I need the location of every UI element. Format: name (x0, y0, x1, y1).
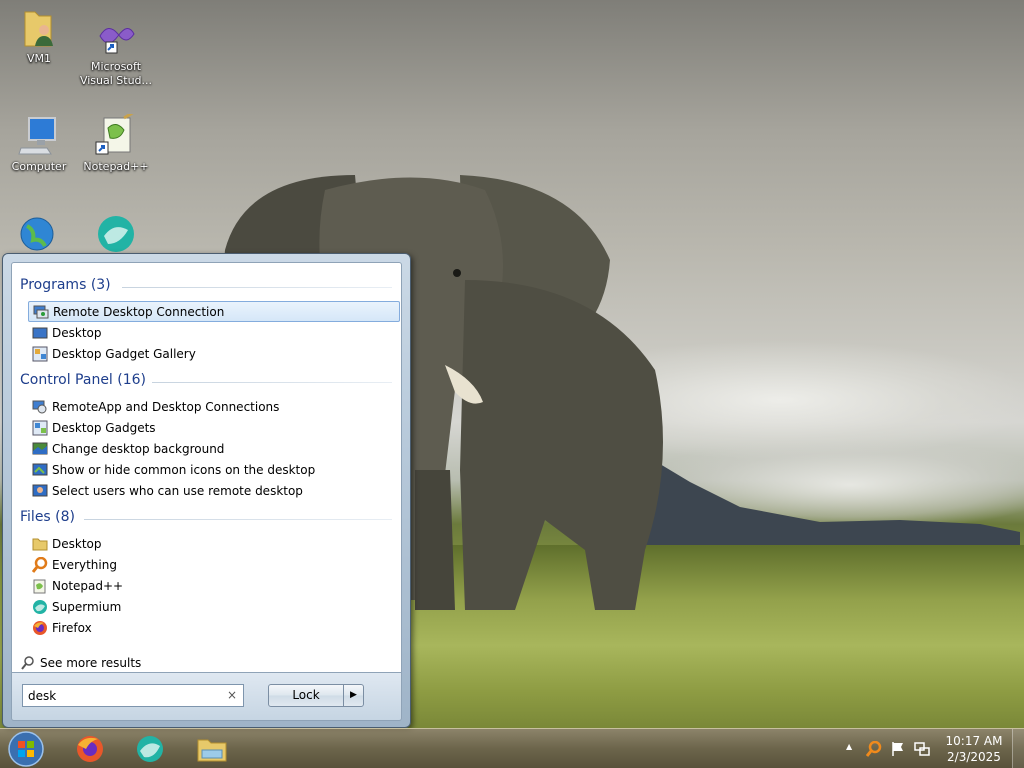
computer-icon (17, 114, 61, 158)
result-file-desktop[interactable]: Desktop (28, 533, 400, 554)
result-desktop-gadgets[interactable]: Desktop Gadgets (28, 417, 400, 438)
notepad-plus-plus-icon (32, 578, 48, 594)
result-label: Change desktop background (52, 441, 225, 456)
result-remoteapp-connections[interactable]: RemoteApp and Desktop Connections (28, 396, 400, 417)
result-label: Select users who can use remote desktop (52, 483, 303, 498)
desktop-icon-notepadpp[interactable]: Notepad++ (78, 110, 154, 174)
network-icon (914, 742, 930, 756)
clock-date: 2/3/2025 (947, 750, 1001, 764)
windows-logo-icon (8, 731, 44, 767)
see-more-results-link[interactable]: See more results (20, 655, 141, 671)
desktop-icon-computer[interactable]: Computer (1, 114, 77, 174)
result-desktop-gadget-gallery[interactable]: Desktop Gadget Gallery (28, 343, 400, 364)
desktop-icon-label: Microsoft Visual Stud... (79, 60, 153, 87)
firefox-icon (32, 620, 48, 636)
search-icon (20, 655, 36, 671)
everything-search-icon (31, 556, 48, 573)
tray-action-center[interactable] (890, 741, 906, 757)
group-title-programs: Programs (3) (20, 277, 111, 293)
result-change-desktop-background[interactable]: Change desktop background (28, 438, 400, 459)
remote-desktop-icon (33, 304, 49, 320)
start-menu: Programs (3) Remote Desktop Connection D… (2, 253, 411, 728)
desktop-background-icon (32, 441, 48, 457)
clock-time: 10:17 AM (945, 734, 1003, 748)
group-title-control-panel: Control Panel (16) (20, 372, 147, 388)
result-label: Desktop (52, 536, 102, 551)
taskbar: ▲ 10:17 AM 2/3/2025 (0, 728, 1024, 768)
result-select-remote-users[interactable]: Select users who can use remote desktop (28, 480, 400, 501)
result-label: Desktop Gadget Gallery (52, 346, 196, 361)
desktop-icon-network[interactable] (1, 212, 77, 258)
everything-search-icon (865, 740, 882, 757)
result-label: Firefox (52, 620, 92, 635)
remoteapp-icon (32, 399, 48, 415)
gadget-gallery-icon (32, 346, 48, 362)
result-label: RemoteApp and Desktop Connections (52, 399, 280, 414)
desktop-icon-vm1[interactable]: VM1 (1, 6, 77, 66)
search-results-pane: Programs (3) Remote Desktop Connection D… (11, 262, 402, 673)
desktop-icon-label: VM1 (26, 52, 51, 65)
folder-icon (32, 536, 48, 552)
group-title-files: Files (8) (20, 509, 76, 525)
result-label: Show or hide common icons on the desktop (52, 462, 316, 477)
notepad-plus-plus-icon (94, 110, 138, 158)
visual-studio-icon (94, 14, 138, 58)
taskbar-supermium[interactable] (124, 731, 176, 767)
result-remote-desktop-connection[interactable]: Remote Desktop Connection (28, 301, 400, 322)
start-search-box[interactable]: × (22, 684, 244, 707)
result-file-everything[interactable]: Everything (28, 554, 400, 575)
taskbar-clock[interactable]: 10:17 AM 2/3/2025 (940, 733, 1008, 765)
supermium-icon (137, 736, 163, 762)
result-label: Remote Desktop Connection (53, 304, 225, 319)
group-divider (152, 382, 392, 383)
result-label: Desktop Gadgets (52, 420, 156, 435)
result-label: Notepad++ (52, 578, 124, 593)
desktop-icon (32, 325, 48, 341)
result-file-notepadpp[interactable]: Notepad++ (28, 575, 400, 596)
see-more-label: See more results (40, 656, 142, 670)
power-options-arrow-icon[interactable]: ▶ (343, 684, 364, 707)
taskbar-firefox[interactable] (64, 731, 116, 767)
result-show-hide-desktop-icons[interactable]: Show or hide common icons on the desktop (28, 459, 400, 480)
result-file-supermium[interactable]: Supermium (28, 596, 400, 617)
result-desktop-program[interactable]: Desktop (28, 322, 400, 343)
show-desktop-button[interactable] (1012, 729, 1024, 768)
desktop-icons-settings-icon (32, 462, 48, 478)
firefox-icon (77, 736, 103, 762)
desktop-icon-visual-studio[interactable]: Microsoft Visual Stud... (78, 14, 154, 88)
desktop-icon-label: Computer (11, 160, 67, 173)
group-divider (84, 519, 392, 520)
supermium-icon (94, 212, 138, 256)
globe-network-icon (17, 212, 61, 256)
show-hidden-icons-button[interactable]: ▲ (846, 742, 856, 751)
result-label: Supermium (52, 599, 122, 614)
tray-everything[interactable] (865, 740, 882, 757)
supermium-icon (32, 599, 48, 615)
tray-network[interactable] (914, 741, 930, 757)
group-divider (122, 287, 392, 288)
clear-search-icon[interactable]: × (225, 688, 239, 702)
flag-icon (892, 742, 903, 756)
gadgets-icon (32, 420, 48, 436)
start-search-input[interactable] (28, 688, 218, 703)
result-label: Everything (52, 557, 117, 572)
result-file-firefox[interactable]: Firefox (28, 617, 400, 638)
taskbar-file-explorer[interactable] (186, 731, 238, 767)
user-folder-icon (17, 6, 61, 50)
start-button[interactable] (6, 731, 46, 767)
folder-icon (197, 739, 227, 762)
desktop-icon-label: Notepad++ (83, 160, 149, 173)
desktop-icon-supermium[interactable] (78, 212, 154, 258)
lock-button[interactable]: Lock (268, 684, 344, 707)
remote-users-icon (32, 483, 48, 499)
result-label: Desktop (52, 325, 102, 340)
start-menu-footer: × Lock ▶ (11, 673, 402, 721)
